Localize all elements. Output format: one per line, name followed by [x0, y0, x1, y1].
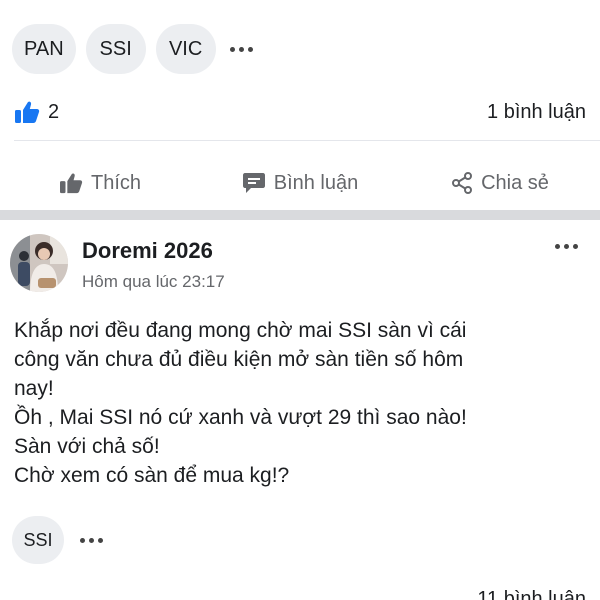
reactions-summary: 2 1 bình luận	[14, 96, 586, 128]
tag-chip-pan[interactable]: PAN	[12, 24, 76, 74]
like-button-label: Thích	[90, 171, 142, 194]
action-bar: Thích Bình luận Chia sẻ	[0, 158, 600, 208]
more-tags-icon[interactable]	[80, 537, 103, 543]
post-separator	[0, 210, 600, 220]
post-comment-count[interactable]: 11 bình luận	[477, 588, 586, 600]
more-icon[interactable]	[555, 244, 578, 249]
post-header: Doremi 2026 Hôm qua lúc 23:17	[10, 234, 225, 292]
thumbs-up-icon	[15, 101, 40, 123]
comment-icon	[242, 173, 265, 193]
share-icon	[452, 172, 473, 194]
post-body-line: nay!	[14, 377, 54, 400]
like-count: 2	[48, 100, 60, 123]
author-name[interactable]: Doremi 2026	[82, 238, 225, 264]
tag-chip-vic[interactable]: VIC	[155, 24, 216, 74]
post-body-line: Chờ xem có sàn để mua kg!?	[14, 464, 290, 487]
tag-chip-ssi[interactable]: SSI	[85, 24, 146, 74]
comment-button-label: Bình luận	[273, 171, 359, 194]
like-summary[interactable]: 2	[14, 100, 59, 124]
avatar[interactable]	[10, 234, 68, 292]
more-tags-icon[interactable]	[229, 46, 253, 52]
post-tags: SSI	[12, 516, 103, 564]
feed-page: PAN SSI VIC 2 1 bình luận Thích Bình luậ…	[0, 0, 600, 600]
comment-button[interactable]: Bình luận	[200, 172, 400, 195]
thumbs-up-icon	[59, 173, 83, 194]
post-body-line: Ồh , Mai SSI nó cứ xanh và vượt 29 thì s…	[14, 406, 467, 429]
divider	[14, 140, 600, 141]
like-button[interactable]: Thích	[0, 172, 200, 195]
post-body-line: Sàn với chả số!	[14, 435, 160, 458]
share-button[interactable]: Chia sẻ	[400, 172, 600, 195]
post-timestamp[interactable]: Hôm qua lúc 23:17	[82, 272, 225, 292]
share-button-label: Chia sẻ	[481, 171, 549, 194]
tag-chip-ssi[interactable]: SSI	[12, 516, 64, 564]
comment-count[interactable]: 1 bình luận	[487, 101, 586, 124]
post-body-line: công văn chưa đủ điều kiện mở sàn tiền s…	[14, 348, 464, 371]
previous-post-tags: PAN SSI VIC	[12, 24, 253, 74]
post-body-line: Khắp nơi đều đang mong chờ mai SSI sàn v…	[14, 319, 467, 342]
post-body: Khắp nơi đều đang mong chờ mai SSI sàn v…	[14, 316, 588, 490]
